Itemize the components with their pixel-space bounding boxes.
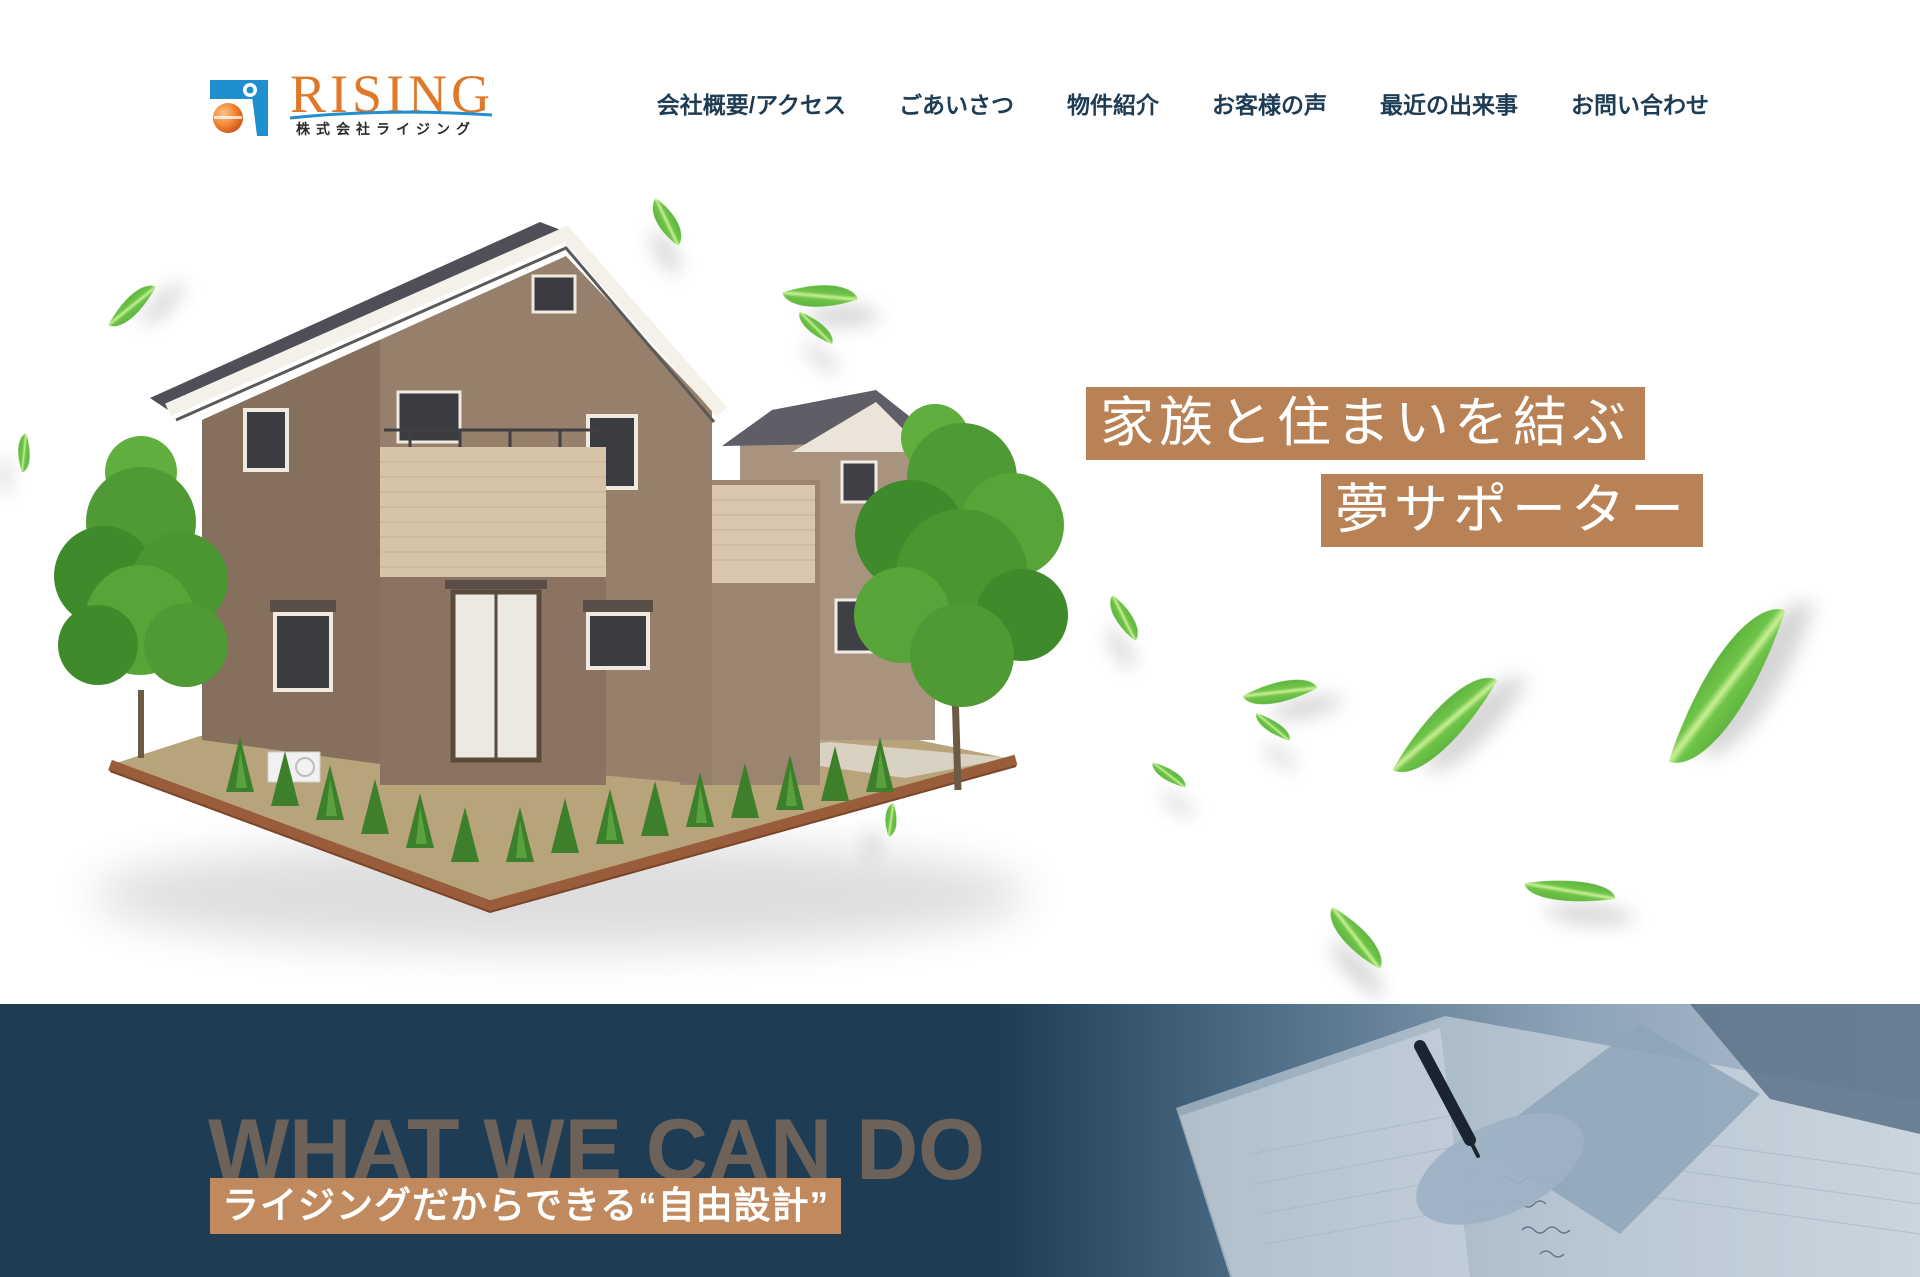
nav-item-testimonials[interactable]: お客様の声 <box>1212 90 1327 120</box>
house-illustration <box>54 222 1068 950</box>
tree-left <box>54 436 228 758</box>
leaf-icon <box>1524 871 1616 911</box>
what-we-can-do-section: WHAT WE CAN DO ライジングだからできる“自由設計” <box>0 1004 1920 1277</box>
nav-item-recent-news[interactable]: 最近の出来事 <box>1380 90 1518 120</box>
main-house <box>150 222 820 785</box>
section-subheading: ライジングだからできる“自由設計” <box>210 1178 842 1234</box>
leaf-icon <box>1317 907 1395 969</box>
leaf-icon <box>1148 762 1190 788</box>
hero-tagline-line1: 家族と住まいを結ぶ <box>1086 387 1645 460</box>
leaf-icon <box>1392 657 1498 793</box>
nav-item-contact[interactable]: お問い合わせ <box>1571 90 1709 120</box>
leaf-icon <box>1099 595 1149 641</box>
hero-tagline-line2: 夢サポーター <box>1321 474 1703 547</box>
leaf-icon <box>1242 663 1318 721</box>
leaf-icon <box>1668 590 1786 782</box>
leaf-icon <box>1251 713 1295 741</box>
